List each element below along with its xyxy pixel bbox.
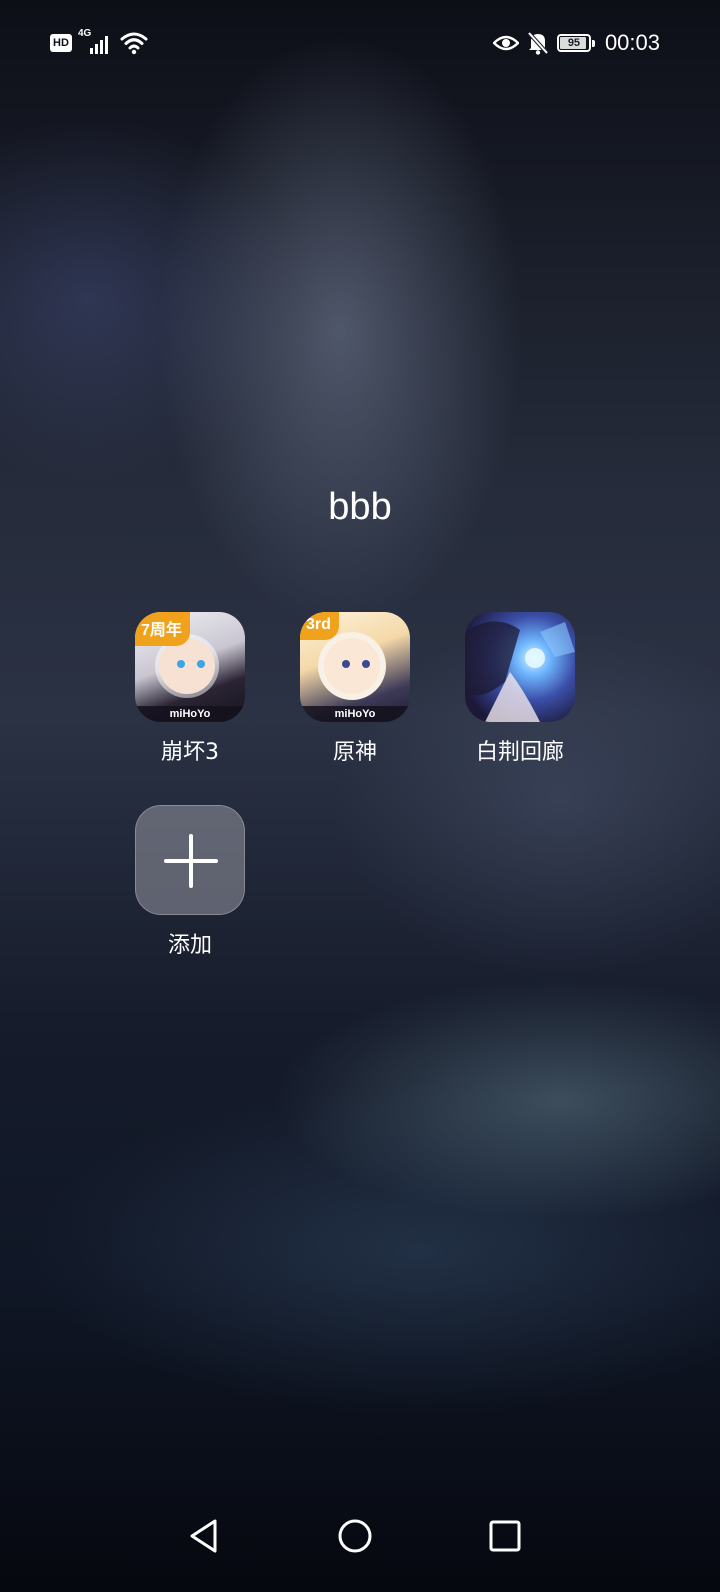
app-label: 原神	[332, 740, 377, 765]
back-button[interactable]	[180, 1512, 228, 1560]
signal-icon: 4G	[78, 28, 114, 56]
anniversary-badge: 3rd	[300, 612, 339, 640]
brand-label: miHoYo	[300, 706, 410, 722]
battery-icon: 95	[556, 34, 595, 52]
clock: 00:03	[604, 30, 660, 55]
recents-button[interactable]	[481, 1512, 529, 1560]
status-right: 95 00:03	[492, 28, 660, 58]
add-label: 添加	[167, 933, 212, 958]
wifi-icon	[120, 32, 148, 55]
brand-label: miHoYo	[135, 706, 245, 722]
app-label: 白荆回廊	[475, 740, 564, 765]
honkai-impact-3-icon[interactable]: 7周年 miHoYo	[135, 612, 245, 722]
anniversary-badge: 7周年	[135, 612, 190, 646]
home-button[interactable]	[331, 1512, 379, 1560]
battery-level: 95	[567, 37, 581, 49]
app-honkai-impact-3[interactable]: 7周年 miHoYo 崩坏3	[105, 612, 275, 766]
recents-icon	[489, 1520, 521, 1552]
character-face	[159, 638, 215, 694]
status-left: HD 4G	[50, 28, 148, 58]
back-icon	[190, 1519, 217, 1553]
eye-icon	[492, 35, 519, 51]
path-to-nowhere-icon[interactable]	[465, 612, 575, 722]
add-app-button[interactable]: 添加	[105, 805, 275, 959]
character-face	[324, 638, 380, 694]
status-bar: HD 4G 95 00:03	[0, 0, 720, 84]
app-path-to-nowhere[interactable]: 白荆回廊	[435, 612, 605, 766]
navigation-bar	[0, 1500, 720, 1570]
app-genshin-impact[interactable]: 3rd miHoYo 原神	[270, 612, 440, 766]
hd-badge: HD	[50, 34, 72, 52]
add-icon[interactable]	[135, 805, 245, 915]
home-icon	[338, 1519, 372, 1553]
folder-title[interactable]: bbb	[0, 486, 720, 529]
bell-off-icon	[527, 31, 549, 55]
genshin-impact-icon[interactable]: 3rd miHoYo	[300, 612, 410, 722]
app-label: 崩坏3	[161, 740, 219, 765]
